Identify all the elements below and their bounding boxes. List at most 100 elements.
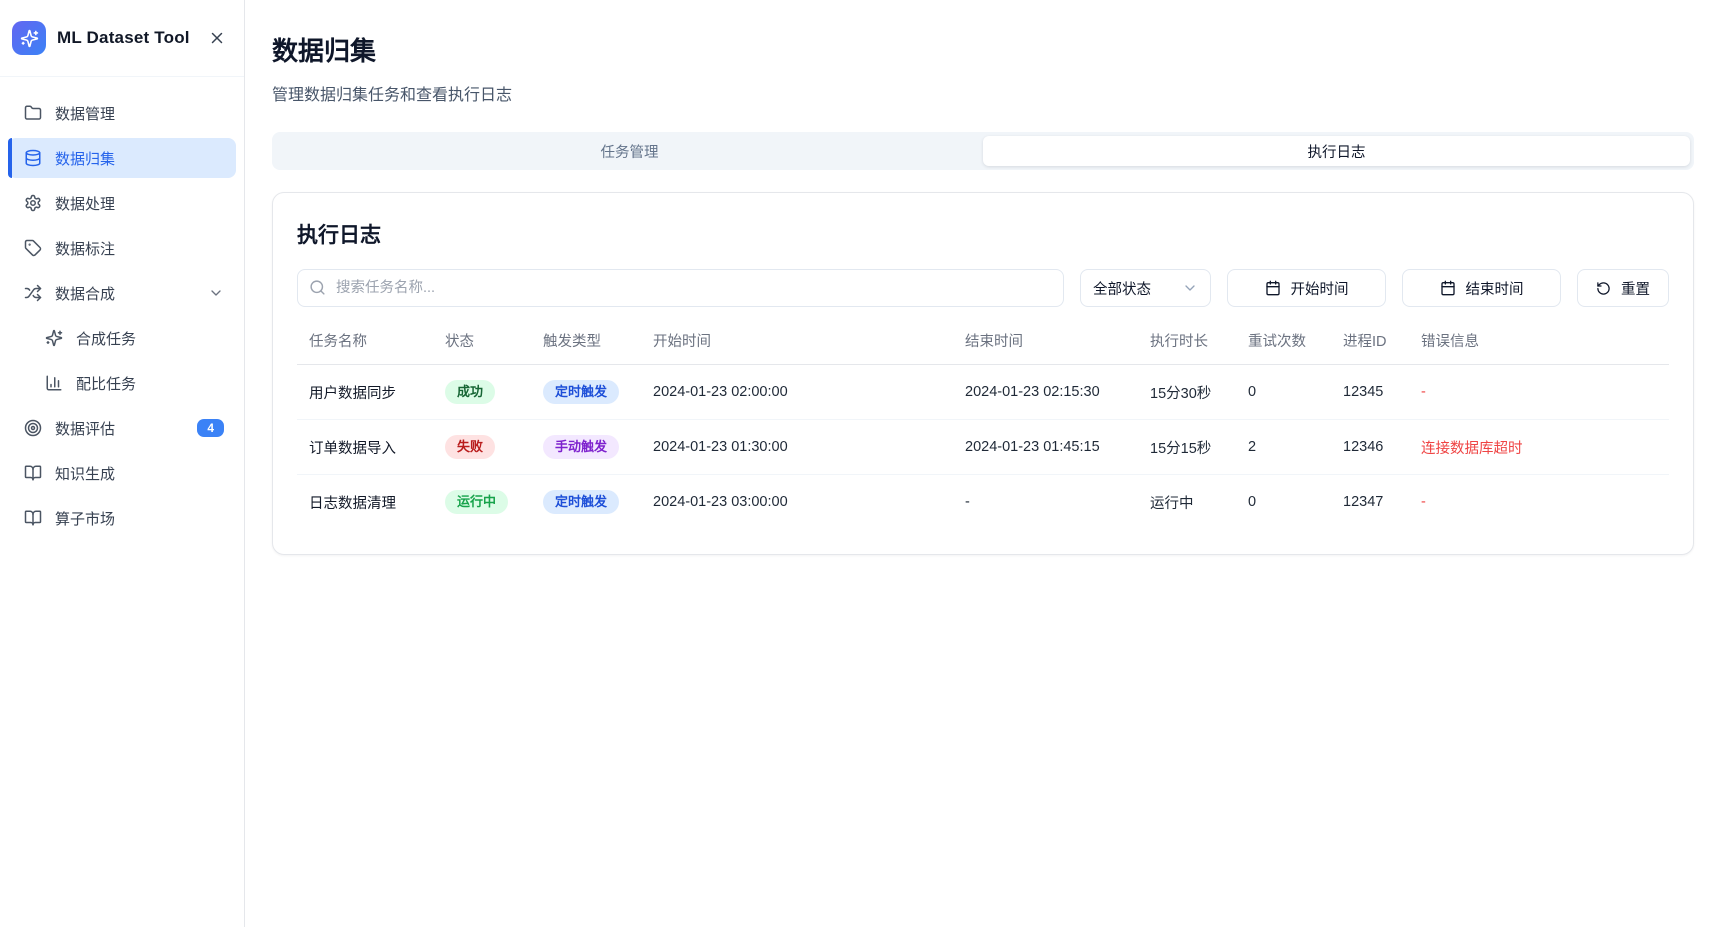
- page-subtitle: 管理数据归集任务和查看执行日志: [272, 81, 1694, 105]
- sidebar-item-8[interactable]: 知识生成: [8, 453, 236, 493]
- search-input[interactable]: [297, 269, 1064, 307]
- status-badge: 成功: [445, 380, 495, 404]
- duration-cell: 15分15秒: [1138, 420, 1236, 475]
- error-message-cell: -: [1409, 475, 1669, 530]
- trigger-cell: 定时触发: [531, 365, 641, 420]
- error-message-cell: 连接数据库超时: [1409, 420, 1669, 475]
- sidebar-close-icon[interactable]: [206, 27, 228, 49]
- column-header-7: 进程ID: [1331, 324, 1409, 365]
- reset-button[interactable]: 重置: [1577, 269, 1669, 307]
- end-time-button[interactable]: 结束时间: [1402, 269, 1561, 307]
- sidebar-item-label: 数据归集: [55, 148, 115, 169]
- sidebar-item-label: 数据合成: [55, 283, 115, 304]
- tag-icon: [24, 239, 42, 257]
- sidebar-item-4[interactable]: 数据合成: [8, 273, 236, 313]
- table-row-2: 日志数据清理运行中定时触发2024-01-23 03:00:00-运行中0123…: [297, 475, 1669, 530]
- error-message-cell: -: [1409, 365, 1669, 420]
- table-body: 用户数据同步成功定时触发2024-01-23 02:00:002024-01-2…: [297, 365, 1669, 530]
- sidebar-item-3[interactable]: 数据标注: [8, 228, 236, 268]
- panel-title: 执行日志: [297, 219, 1669, 249]
- chevron-down-icon: [208, 285, 224, 301]
- main-content: 数据归集 管理数据归集任务和查看执行日志 任务管理执行日志 执行日志 全部状态 …: [245, 0, 1711, 927]
- filter-row: 全部状态 开始时间 结束时间 重置: [297, 269, 1669, 307]
- task-name-cell: 用户数据同步: [297, 365, 433, 420]
- execution-log-table: 任务名称状态触发类型开始时间结束时间执行时长重试次数进程ID错误信息 用户数据同…: [297, 324, 1669, 530]
- sidebar-item-label: 数据评估: [55, 418, 115, 439]
- calendar-icon: [1440, 280, 1456, 296]
- trigger-cell: 手动触发: [531, 420, 641, 475]
- retry-count-cell: 2: [1236, 420, 1331, 475]
- calendar-icon: [1265, 280, 1281, 296]
- book-open-icon: [24, 464, 42, 482]
- sidebar-nav: 数据管理数据归集数据处理数据标注数据合成合成任务配比任务数据评估 4 知识生成算子市…: [0, 77, 244, 554]
- task-name-cell: 订单数据导入: [297, 420, 433, 475]
- sidebar-item-label: 合成任务: [76, 328, 136, 349]
- duration-cell: 运行中: [1138, 475, 1236, 530]
- search-icon: [309, 279, 326, 296]
- column-header-4: 结束时间: [953, 324, 1138, 365]
- status-cell: 失败: [433, 420, 531, 475]
- column-header-2: 触发类型: [531, 324, 641, 365]
- status-filter-select[interactable]: 全部状态: [1080, 269, 1211, 307]
- sidebar-item-6[interactable]: 配比任务: [8, 363, 236, 403]
- duration-cell: 15分30秒: [1138, 365, 1236, 420]
- sidebar-item-label: 配比任务: [76, 373, 136, 394]
- app-title: ML Dataset Tool: [57, 28, 195, 48]
- retry-count-cell: 0: [1236, 475, 1331, 530]
- trigger-type-badge: 手动触发: [543, 435, 619, 459]
- tab-bar: 任务管理执行日志: [272, 132, 1694, 170]
- process-id-cell: 12346: [1331, 420, 1409, 475]
- notification-badge: 4: [197, 419, 224, 437]
- end-time-cell: -: [953, 475, 1138, 530]
- sidebar-item-label: 数据处理: [55, 193, 115, 214]
- shuffle-icon: [24, 284, 42, 302]
- column-header-1: 状态: [433, 324, 531, 365]
- column-header-6: 重试次数: [1236, 324, 1331, 365]
- status-cell: 运行中: [433, 475, 531, 530]
- sidebar-item-label: 数据标注: [55, 238, 115, 259]
- sidebar-item-7[interactable]: 数据评估 4: [8, 408, 236, 448]
- retry-count-cell: 0: [1236, 365, 1331, 420]
- column-header-3: 开始时间: [641, 324, 953, 365]
- sidebar-item-2[interactable]: 数据处理: [8, 183, 236, 223]
- column-header-0: 任务名称: [297, 324, 433, 365]
- app-logo-sparkles-icon: [12, 21, 46, 55]
- column-header-8: 错误信息: [1409, 324, 1669, 365]
- sidebar-item-1[interactable]: 数据归集: [8, 138, 236, 178]
- folder-icon: [24, 104, 42, 122]
- table-row-1: 订单数据导入失败 手动触发 2024-01-23 01:30:002024-01-2…: [297, 420, 1669, 475]
- tab-execution-log[interactable]: 执行日志: [983, 136, 1690, 166]
- status-badge: 失败: [445, 435, 495, 459]
- sparkles-icon: [45, 329, 63, 347]
- sidebar-header: ML Dataset Tool: [0, 0, 244, 77]
- start-time-label: 开始时间: [1291, 278, 1349, 299]
- task-name-cell: 日志数据清理: [297, 475, 433, 530]
- rotate-ccw-icon: [1596, 281, 1611, 296]
- column-header-5: 执行时长: [1138, 324, 1236, 365]
- process-id-cell: 12345: [1331, 365, 1409, 420]
- book-open-icon: [24, 509, 42, 527]
- status-filter-value: 全部状态: [1093, 278, 1151, 299]
- start-time-button[interactable]: 开始时间: [1227, 269, 1386, 307]
- end-time-cell: 2024-01-23 01:45:15: [953, 420, 1138, 475]
- sidebar-item-5[interactable]: 合成任务: [8, 318, 236, 358]
- trigger-cell: 定时触发: [531, 475, 641, 530]
- database-icon: [24, 149, 42, 167]
- tab-task-management[interactable]: 任务管理: [276, 136, 983, 166]
- start-time-cell: 2024-01-23 03:00:00: [641, 475, 953, 530]
- process-id-cell: 12347: [1331, 475, 1409, 530]
- sidebar-item-0[interactable]: 数据管理: [8, 93, 236, 133]
- gear-icon: [24, 194, 42, 212]
- trigger-type-badge: 定时触发: [543, 490, 619, 514]
- sidebar-item-9[interactable]: 算子市场: [8, 498, 236, 538]
- sidebar-item-label: 知识生成: [55, 463, 115, 484]
- sidebar-item-label: 算子市场: [55, 508, 115, 529]
- start-time-cell: 2024-01-23 02:00:00: [641, 365, 953, 420]
- status-badge: 运行中: [445, 490, 508, 514]
- execution-log-panel: 执行日志 全部状态 开始时间 结束时间 重置: [272, 192, 1694, 555]
- sidebar-item-label: 数据管理: [55, 103, 115, 124]
- reset-label: 重置: [1621, 278, 1650, 299]
- sidebar: ML Dataset Tool 数据管理数据归集数据处理数据标注数据合成合成任务…: [0, 0, 245, 927]
- start-time-cell: 2024-01-23 01:30:00: [641, 420, 953, 475]
- table-row-0: 用户数据同步成功定时触发2024-01-23 02:00:002024-01-2…: [297, 365, 1669, 420]
